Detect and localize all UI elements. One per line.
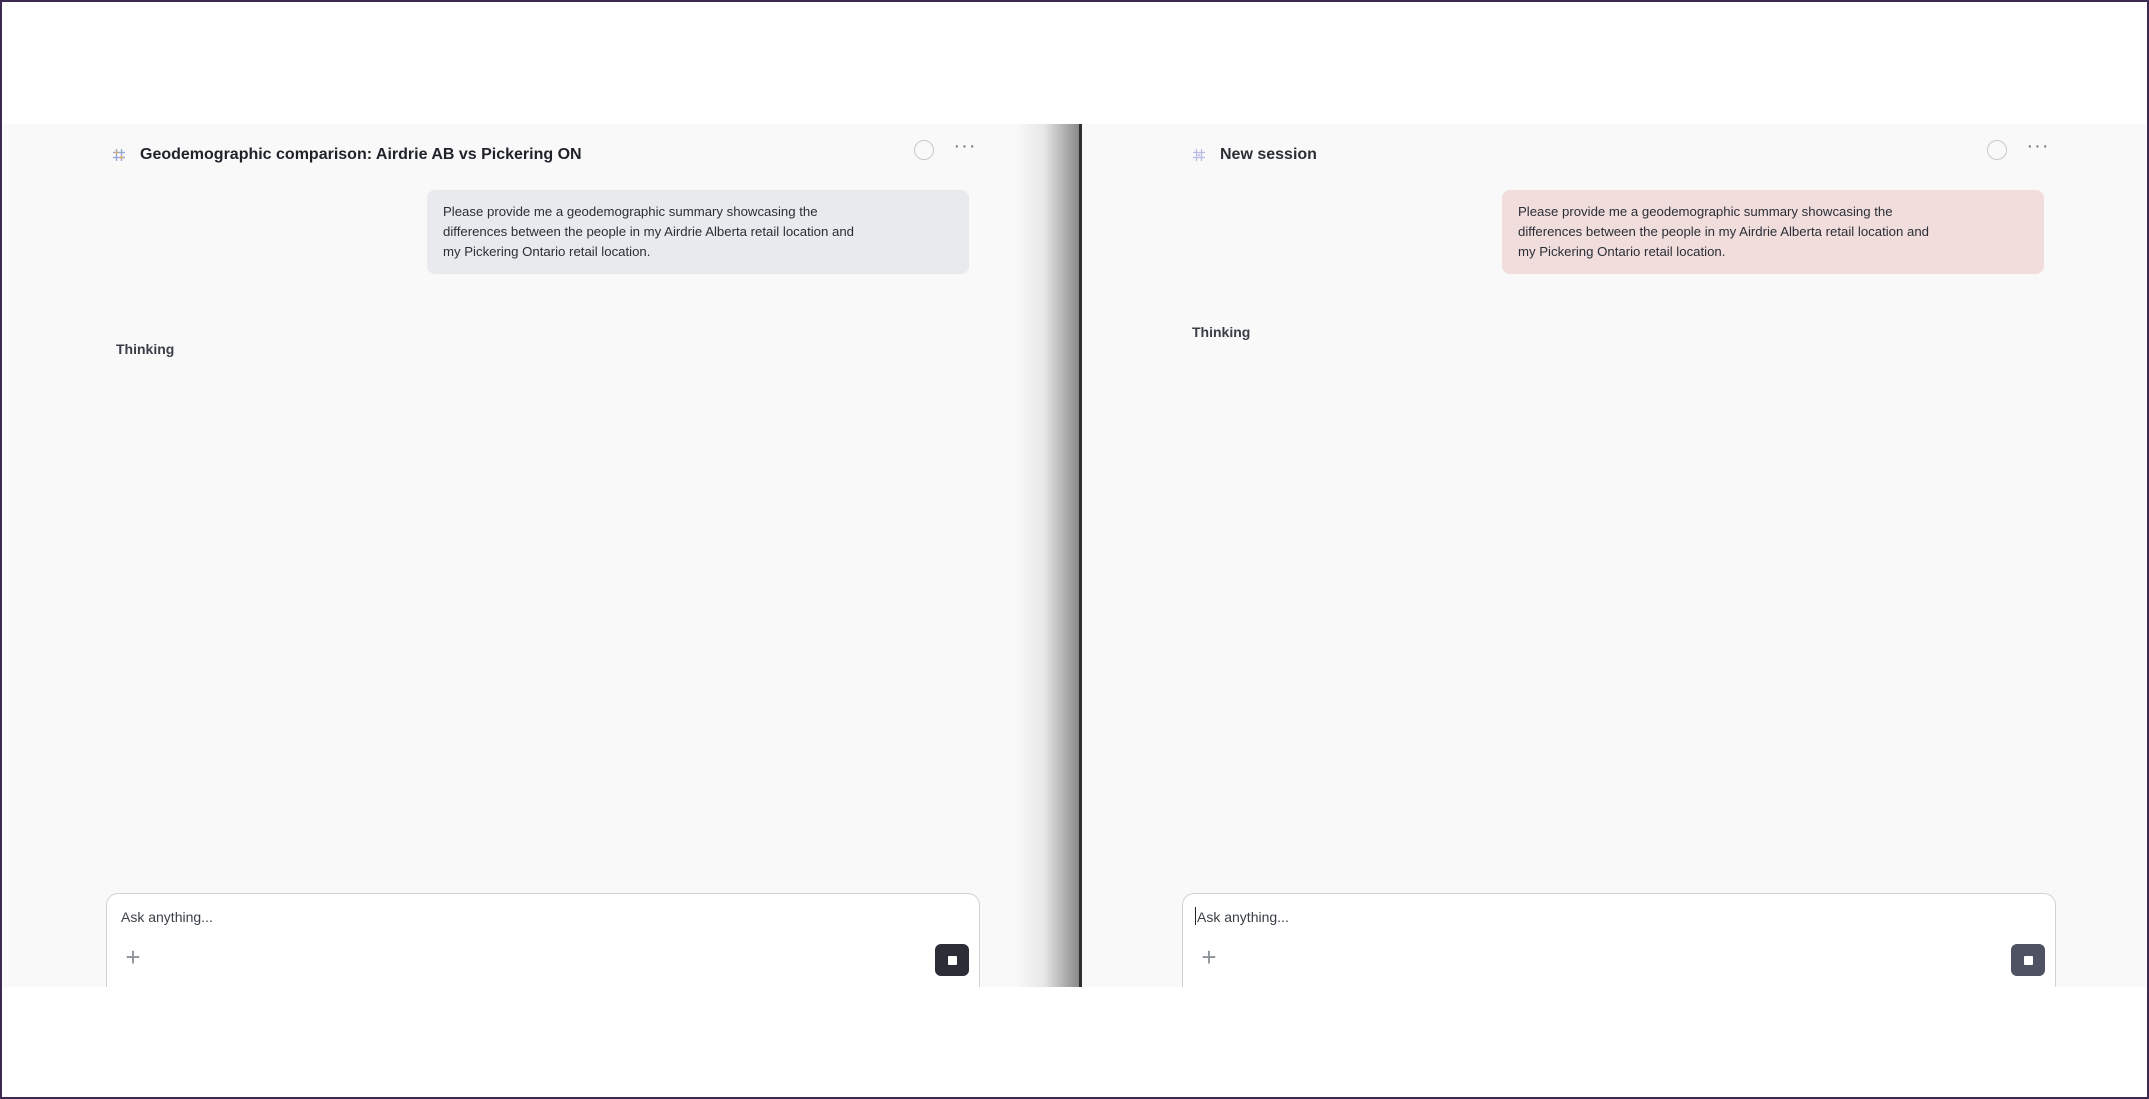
message-line: my Pickering Ontario retail location. bbox=[1518, 244, 1726, 259]
session-panel-right: New session ··· Please provide me a geod… bbox=[1082, 124, 2146, 987]
stop-button[interactable] bbox=[2011, 944, 2045, 976]
user-message-bubble: Please provide me a geodemographic summa… bbox=[1502, 190, 2044, 274]
message-line: differences between the people in my Air… bbox=[443, 224, 855, 239]
text-caret bbox=[1195, 907, 1196, 925]
thinking-status: Thinking bbox=[1192, 324, 1251, 340]
message-line: differences between the people in my Air… bbox=[1518, 224, 1930, 239]
ask-input[interactable] bbox=[121, 906, 821, 928]
circle-icon[interactable] bbox=[914, 140, 934, 160]
stop-square-icon bbox=[2023, 955, 2033, 965]
ask-input[interactable] bbox=[1197, 906, 1897, 928]
message-line: Please provide me a geodemographic summa… bbox=[1518, 204, 1893, 219]
grid-hash-icon bbox=[1190, 146, 1208, 164]
more-options-button[interactable]: ··· bbox=[2023, 134, 2053, 164]
user-message-bubble: Please provide me a geodemographic summa… bbox=[427, 190, 969, 274]
session-title[interactable]: New session bbox=[1220, 146, 1317, 164]
thinking-status: Thinking bbox=[116, 341, 175, 357]
more-options-button[interactable]: ··· bbox=[950, 134, 980, 164]
stop-square-icon bbox=[947, 955, 957, 965]
message-line: Please provide me a geodemographic summa… bbox=[443, 204, 818, 219]
stop-button[interactable] bbox=[935, 944, 969, 976]
session-panel-left: Geodemographic comparison: Airdrie AB vs… bbox=[3, 124, 1079, 987]
session-title[interactable]: Geodemographic comparison: Airdrie AB vs… bbox=[140, 146, 582, 164]
add-attachment-button[interactable]: + bbox=[121, 944, 145, 970]
message-line: my Pickering Ontario retail location. bbox=[443, 244, 651, 259]
add-attachment-button[interactable]: + bbox=[1197, 944, 1221, 970]
session-header: New session bbox=[1190, 140, 1317, 170]
circle-icon[interactable] bbox=[1987, 140, 2007, 160]
grid-hash-icon bbox=[110, 146, 128, 164]
chat-composer: + bbox=[106, 893, 980, 987]
session-header: Geodemographic comparison: Airdrie AB vs… bbox=[110, 140, 582, 170]
panel-divider-shadow bbox=[1015, 124, 1079, 987]
chat-composer: + bbox=[1182, 893, 2056, 987]
